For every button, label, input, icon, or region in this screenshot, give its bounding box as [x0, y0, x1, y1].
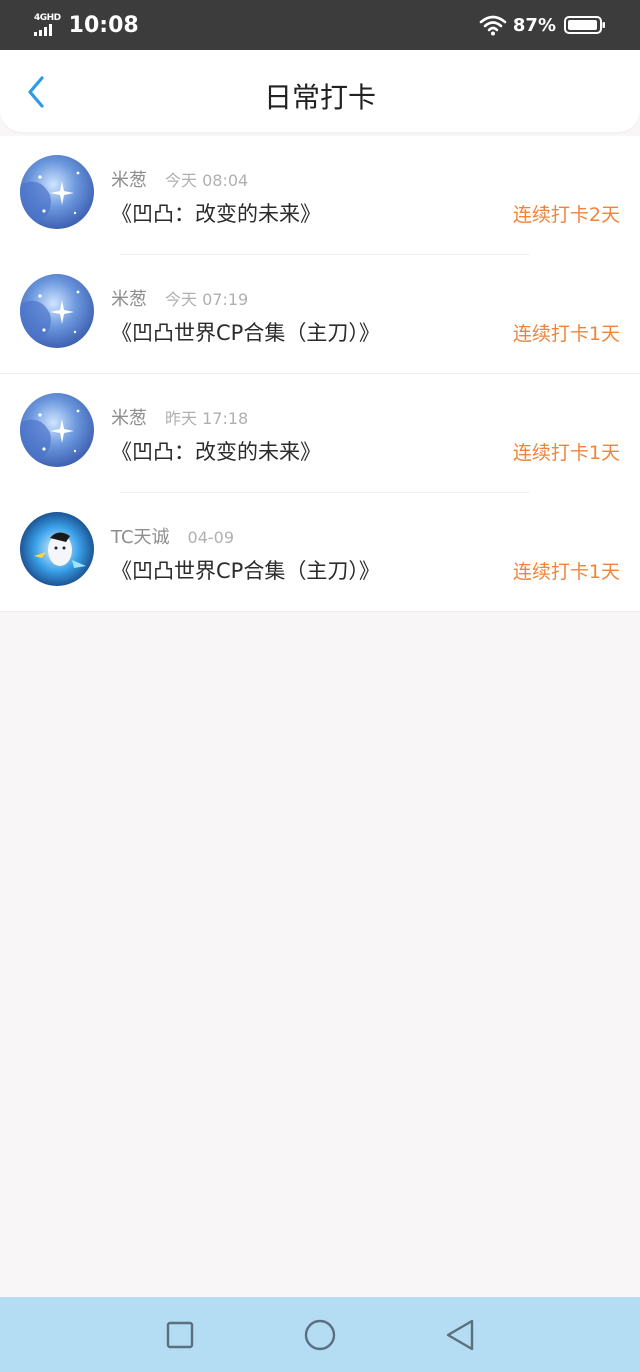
divider [0, 611, 640, 612]
list-item[interactable]: 米葱 昨天 17:18 《凹凸：改变的未来》 连续打卡1天 [0, 374, 640, 493]
avatar[interactable] [20, 393, 94, 467]
checkin-list: 米葱 今天 08:04 《凹凸：改变的未来》 连续打卡2天 米葱 今天 07:1… [0, 136, 640, 612]
status-left: 4GHD 10:08 [34, 13, 139, 38]
streak-label: 连续打卡1天 [512, 561, 620, 583]
avatar-image [20, 393, 94, 467]
clock: 10:08 [68, 12, 139, 38]
avatar[interactable] [20, 155, 94, 229]
circle-icon [304, 1319, 336, 1350]
avatar[interactable] [20, 274, 94, 348]
timestamp: 今天 07:19 [165, 290, 249, 309]
username[interactable]: 米葱 [111, 166, 147, 192]
list-item[interactable]: TC天诚 04-09 《凹凸世界CP合集（主刀）》 连续打卡1天 [0, 493, 640, 612]
avatar-image [20, 274, 94, 348]
network-type: 4GHD [34, 13, 61, 23]
battery-icon [564, 16, 605, 34]
book-title[interactable]: 《凹凸：改变的未来》 [111, 198, 321, 228]
book-title[interactable]: 《凹凸世界CP合集（主刀）》 [111, 317, 380, 347]
status-right: 87% [479, 14, 606, 36]
page-title: 日常打卡 [263, 81, 376, 114]
list-item[interactable]: 米葱 今天 07:19 《凹凸世界CP合集（主刀）》 连续打卡1天 [0, 255, 640, 374]
timestamp: 04-09 [187, 528, 235, 547]
username[interactable]: 米葱 [111, 404, 147, 430]
list-item[interactable]: 米葱 今天 08:04 《凹凸：改变的未来》 连续打卡2天 [0, 136, 640, 255]
signal-icon [34, 24, 52, 36]
item-meta: 米葱 昨天 17:18 [111, 404, 248, 430]
battery-percent: 87% [512, 14, 556, 36]
square-icon [166, 1321, 194, 1348]
triangle-back-icon [446, 1319, 474, 1350]
recents-button[interactable] [156, 1311, 204, 1359]
system-nav-bar [0, 1297, 640, 1372]
avatar[interactable] [20, 512, 94, 586]
streak-label: 连续打卡1天 [512, 323, 620, 345]
book-title[interactable]: 《凹凸：改变的未来》 [111, 436, 321, 466]
avatar-image [20, 155, 94, 229]
item-meta: TC天诚 04-09 [111, 523, 234, 549]
timestamp: 昨天 17:18 [165, 409, 249, 428]
wifi-icon [479, 15, 507, 36]
username[interactable]: TC天诚 [111, 523, 170, 549]
book-title[interactable]: 《凹凸世界CP合集（主刀）》 [111, 555, 380, 585]
app-header: 日常打卡 [0, 50, 640, 132]
streak-label: 连续打卡2天 [512, 204, 620, 226]
back-nav-button[interactable] [436, 1311, 484, 1359]
streak-label: 连续打卡1天 [512, 442, 620, 464]
network-indicator: 4GHD [34, 14, 61, 36]
home-button[interactable] [296, 1311, 344, 1359]
item-meta: 米葱 今天 08:04 [111, 166, 248, 192]
username[interactable]: 米葱 [111, 285, 147, 311]
item-meta: 米葱 今天 07:19 [111, 285, 248, 311]
timestamp: 今天 08:04 [165, 171, 249, 190]
avatar-image [20, 512, 94, 586]
status-bar: 4GHD 10:08 87% [0, 0, 640, 50]
